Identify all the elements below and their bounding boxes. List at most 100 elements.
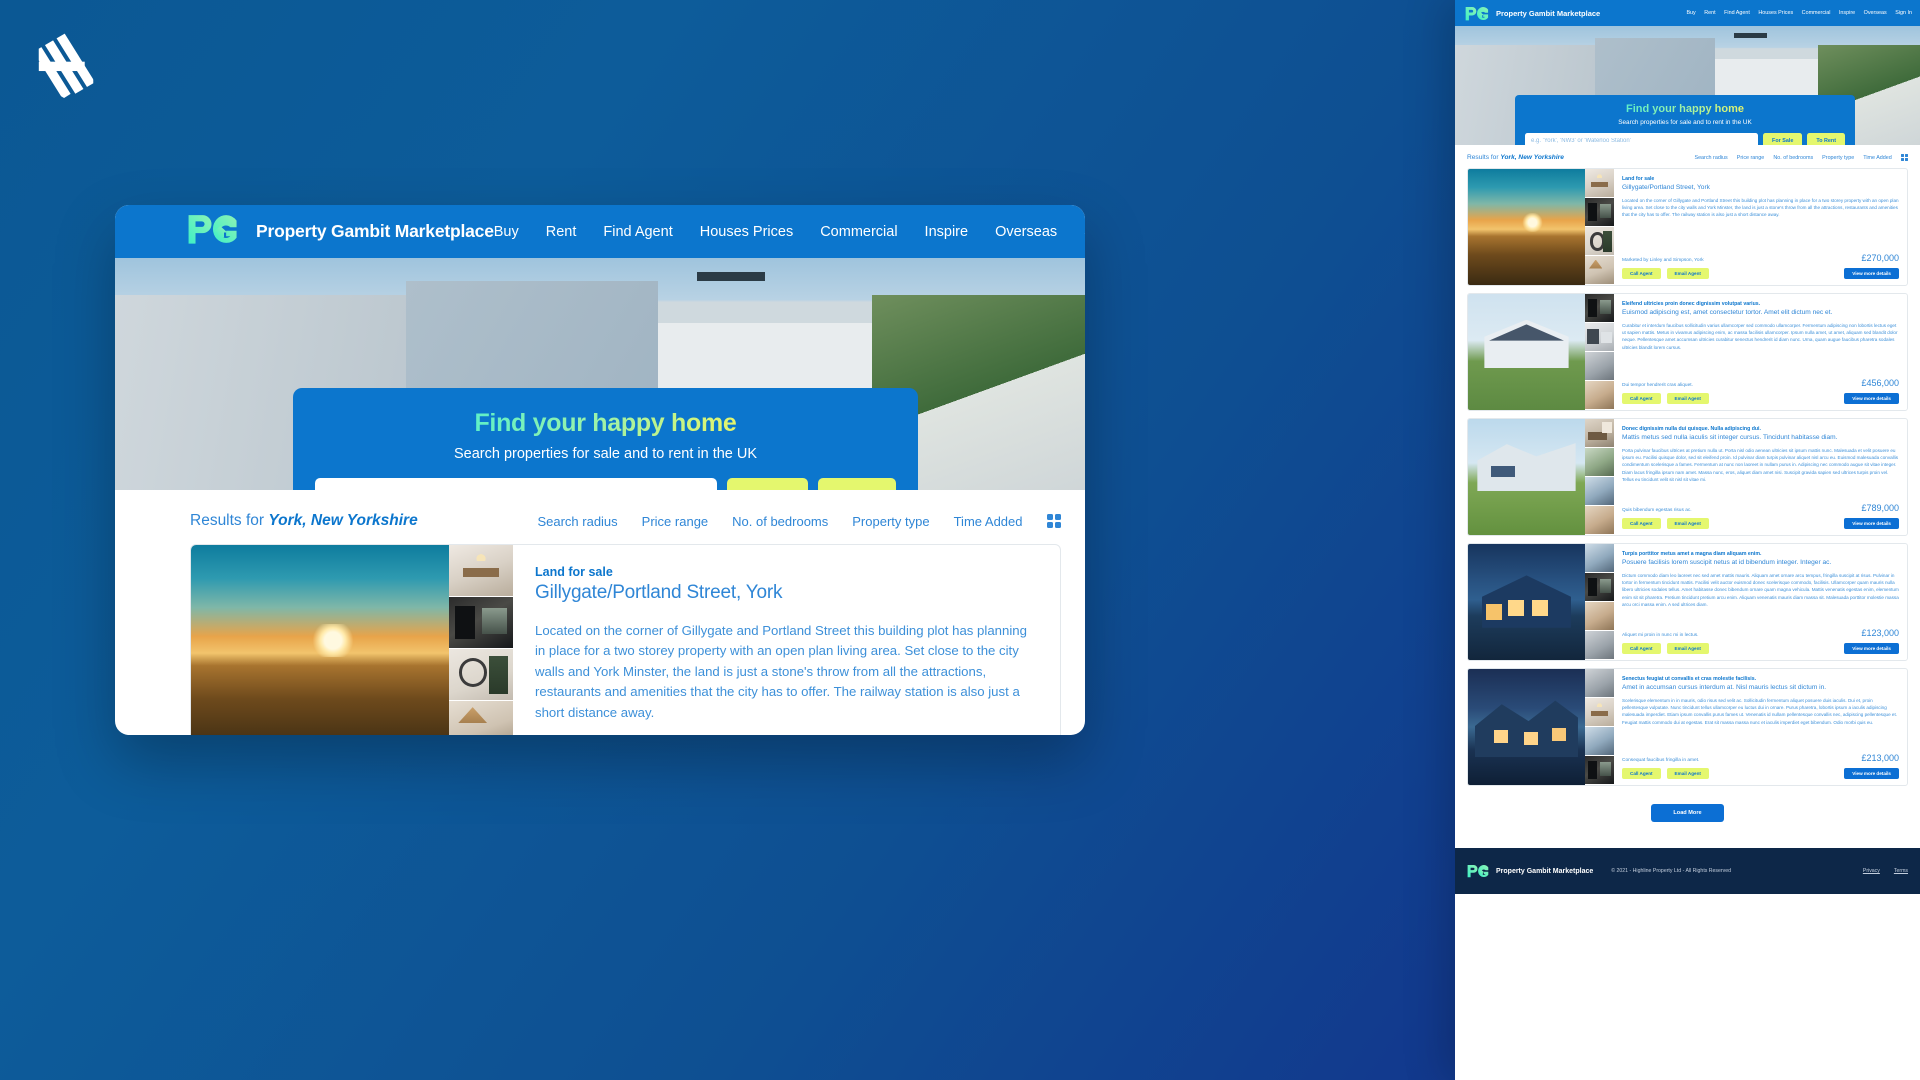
call-agent-button[interactable]: Call Agent — [1622, 518, 1661, 530]
preview-nav-item-find-agent[interactable]: Find Agent — [1724, 10, 1750, 16]
listing-thumbnail[interactable] — [449, 649, 513, 701]
listing-thumbnail-strip[interactable] — [449, 545, 513, 735]
listing-thumbnail[interactable] — [1585, 169, 1614, 199]
listing-thumbnail[interactable] — [1585, 698, 1614, 728]
listing-thumbnail[interactable] — [449, 545, 513, 597]
listing-hero-photo[interactable] — [1468, 169, 1585, 286]
email-agent-button[interactable]: Email Agent — [1666, 518, 1709, 530]
view-more-details-button[interactable]: View more details — [1844, 768, 1899, 780]
to-rent-button[interactable]: To Rent — [818, 478, 896, 490]
preview-to-rent-button[interactable]: To Rent — [1807, 133, 1845, 145]
nav-item-sign-in[interactable]: Sign In — [1084, 224, 1085, 240]
for-sale-button[interactable]: For Sale — [727, 478, 809, 490]
listing-thumbnail[interactable] — [449, 701, 513, 735]
load-more-button[interactable]: Load More — [1651, 804, 1724, 823]
nav-item-houses-prices[interactable]: Houses Prices — [700, 224, 793, 240]
listing-thumbnail[interactable] — [1585, 727, 1614, 757]
nav-item-buy[interactable]: Buy — [494, 224, 519, 240]
search-input[interactable] — [315, 478, 718, 490]
filter-property-type[interactable]: Property type — [852, 514, 929, 529]
preview-brand[interactable]: Property Gambit Marketplace — [1465, 6, 1600, 21]
listing-thumbnail[interactable] — [1585, 227, 1614, 257]
footer-link-privacy[interactable]: Privacy — [1863, 868, 1880, 874]
call-agent-button[interactable]: Call Agent — [1622, 268, 1661, 280]
nav-item-rent[interactable]: Rent — [546, 224, 577, 240]
listing-address[interactable]: Mattis metus sed nulla iaculis sit integ… — [1622, 434, 1899, 443]
nav-item-inspire[interactable]: Inspire — [925, 224, 969, 240]
listing-thumbnail-strip[interactable] — [1585, 419, 1614, 536]
listing-card[interactable]: Land for sale Gillygate/Portland Street,… — [190, 544, 1061, 735]
grid-view-icon[interactable] — [1046, 513, 1061, 529]
listing-thumbnail[interactable] — [1585, 506, 1614, 536]
listing-thumbnail[interactable] — [1585, 419, 1614, 449]
listing-thumbnail-strip[interactable] — [1585, 669, 1614, 786]
listing-thumbnail[interactable] — [1585, 198, 1614, 228]
preview-nav-item-inspire[interactable]: Inspire — [1839, 10, 1855, 16]
preview-filter-property-type[interactable]: Property type — [1822, 155, 1854, 161]
preview-nav-item-commercial[interactable]: Commercial — [1802, 10, 1831, 16]
listing-address[interactable]: Euismod adipiscing est, amet consectetur… — [1622, 309, 1899, 318]
listing-thumbnail[interactable] — [1585, 448, 1614, 478]
brand[interactable]: Property Gambit Marketplace — [187, 213, 494, 250]
footer-link-terms[interactable]: Terms — [1894, 868, 1908, 874]
listing-thumbnail[interactable] — [1585, 477, 1614, 507]
listing-address[interactable]: Gillygate/Portland Street, York — [535, 582, 1038, 604]
listing-address[interactable]: Posuere facilisis lorem suscipit netus a… — [1622, 559, 1899, 568]
listing-thumbnail-strip[interactable] — [1585, 169, 1614, 286]
listing-thumbnail[interactable] — [449, 597, 513, 649]
preview-filter-search-radius[interactable]: Search radius — [1694, 155, 1727, 161]
call-agent-button[interactable]: Call Agent — [1622, 393, 1661, 405]
preview-search-input[interactable] — [1525, 133, 1759, 145]
preview-listing-card[interactable]: Senectus feugiat ut convallis et cras mo… — [1467, 668, 1908, 787]
email-agent-button[interactable]: Email Agent — [1666, 393, 1709, 405]
filter-no-of-bedrooms[interactable]: No. of bedrooms — [732, 514, 828, 529]
view-more-details-button[interactable]: View more details — [1844, 268, 1899, 280]
listing-thumbnail[interactable] — [1585, 573, 1614, 603]
preview-nav-item-houses-prices[interactable]: Houses Prices — [1758, 10, 1793, 16]
preview-nav-item-sign-in[interactable]: Sign In — [1895, 10, 1912, 16]
preview-nav-item-rent[interactable]: Rent — [1704, 10, 1715, 16]
listing-address[interactable]: Gillygate/Portland Street, York — [1622, 184, 1899, 193]
listing-thumbnail[interactable] — [1585, 323, 1614, 353]
listing-thumbnail-strip[interactable] — [1585, 544, 1614, 661]
listing-thumbnail[interactable] — [1585, 256, 1614, 286]
listing-hero-photo[interactable] — [1468, 544, 1585, 661]
email-agent-button[interactable]: Email Agent — [1666, 268, 1709, 280]
email-agent-button[interactable]: Email Agent — [1666, 643, 1709, 655]
listing-address[interactable]: Amet in accumsan cursus interdum at. Nis… — [1622, 684, 1899, 693]
listing-thumbnail[interactable] — [1585, 381, 1614, 411]
preview-filter-no-of-bedrooms[interactable]: No. of bedrooms — [1773, 155, 1813, 161]
preview-filter-price-range[interactable]: Price range — [1737, 155, 1765, 161]
view-more-details-button[interactable]: View more details — [1844, 643, 1899, 655]
email-agent-button[interactable]: Email Agent — [1666, 768, 1709, 780]
listing-thumbnail[interactable] — [1585, 631, 1614, 661]
listing-thumbnail[interactable] — [1585, 756, 1614, 786]
preview-nav-item-overseas[interactable]: Overseas — [1864, 10, 1887, 16]
preview-nav-item-buy[interactable]: Buy — [1686, 10, 1695, 16]
listing-thumbnail[interactable] — [1585, 669, 1614, 699]
nav-item-overseas[interactable]: Overseas — [995, 224, 1057, 240]
footer-brand[interactable]: Property Gambit Marketplace — [1467, 864, 1593, 878]
listing-hero-photo[interactable] — [1468, 419, 1585, 536]
call-agent-button[interactable]: Call Agent — [1622, 768, 1661, 780]
preview-for-sale-button[interactable]: For Sale — [1763, 133, 1803, 145]
listing-thumbnail[interactable] — [1585, 294, 1614, 324]
preview-listing-card[interactable]: Donec dignissim nulla dui quisque. Nulla… — [1467, 418, 1908, 537]
listing-thumbnail[interactable] — [1585, 602, 1614, 632]
preview-grid-view-icon[interactable] — [1900, 154, 1908, 162]
preview-listing-card[interactable]: Eleifend ultricies proin donec dignissim… — [1467, 293, 1908, 412]
preview-filter-time-added[interactable]: Time Added — [1863, 155, 1892, 161]
view-more-details-button[interactable]: View more details — [1844, 518, 1899, 530]
view-more-details-button[interactable]: View more details — [1844, 393, 1899, 405]
nav-item-find-agent[interactable]: Find Agent — [603, 224, 672, 240]
preview-listing-card[interactable]: Land for sale Gillygate/Portland Street,… — [1467, 168, 1908, 287]
listing-thumbnail-strip[interactable] — [1585, 294, 1614, 411]
nav-item-commercial[interactable]: Commercial — [820, 224, 897, 240]
call-agent-button[interactable]: Call Agent — [1622, 643, 1661, 655]
listing-hero-photo[interactable] — [191, 545, 449, 735]
listing-thumbnail[interactable] — [1585, 352, 1614, 382]
filter-time-added[interactable]: Time Added — [954, 514, 1023, 529]
listing-hero-photo[interactable] — [1468, 294, 1585, 411]
listing-thumbnail[interactable] — [1585, 544, 1614, 574]
filter-price-range[interactable]: Price range — [642, 514, 708, 529]
